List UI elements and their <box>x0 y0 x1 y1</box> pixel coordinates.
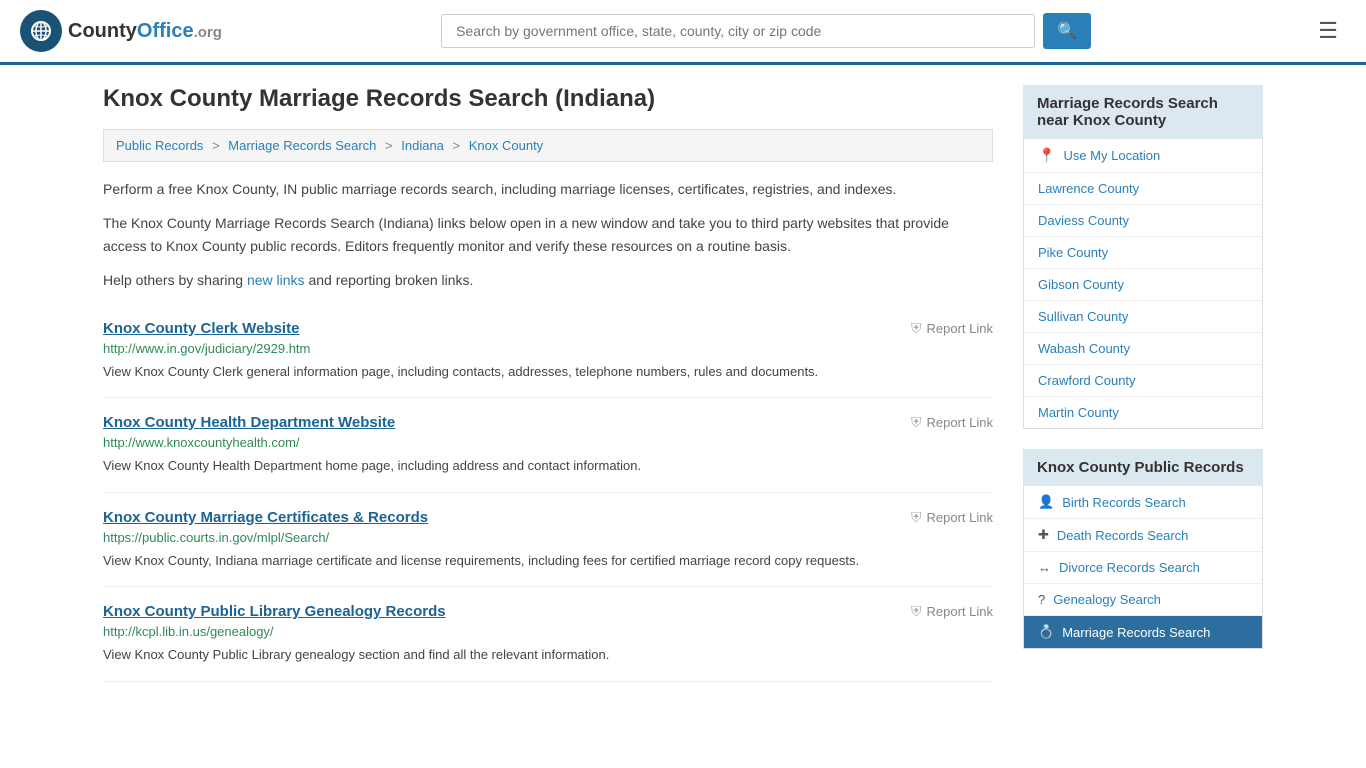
sidebar-item-genealogy[interactable]: ? Genealogy Search <box>1024 584 1262 616</box>
report-link-2[interactable]: ⛨ Report Link <box>911 509 993 526</box>
report-link-1[interactable]: ⛨ Report Link <box>911 414 993 431</box>
cross-icon: ✚ <box>1038 527 1049 543</box>
description-3-post: and reporting broken links. <box>305 272 474 288</box>
search-area: 🔍 <box>441 13 1091 49</box>
report-icon-3: ⛨ <box>911 603 922 620</box>
sidebar-use-location[interactable]: 📍 Use My Location <box>1024 139 1262 173</box>
search-input[interactable] <box>441 14 1035 48</box>
location-icon: 📍 <box>1038 147 1055 164</box>
report-icon-1: ⛨ <box>911 414 922 431</box>
breadcrumb-public-records[interactable]: Public Records <box>116 138 203 153</box>
sidebar-item-sullivan[interactable]: Sullivan County <box>1024 301 1262 333</box>
sidebar-nearby-header: Marriage Records Search near Knox County <box>1023 85 1263 139</box>
result-item-3: Knox County Public Library Genealogy Rec… <box>103 587 993 682</box>
sidebar-public-records-section: Knox County Public Records 👤 Birth Recor… <box>1023 449 1263 649</box>
result-item-0: Knox County Clerk Website ⛨ Report Link … <box>103 304 993 399</box>
result-url-1[interactable]: http://www.knoxcountyhealth.com/ <box>103 435 993 450</box>
result-url-3[interactable]: http://kcpl.lib.in.us/genealogy/ <box>103 624 993 639</box>
sidebar-item-gibson[interactable]: Gibson County <box>1024 269 1262 301</box>
result-title-1[interactable]: Knox County Health Department Website <box>103 414 395 431</box>
description-1: Perform a free Knox County, IN public ma… <box>103 178 993 200</box>
result-desc-0: View Knox County Clerk general informati… <box>103 362 993 382</box>
sidebar-nearby-section: Marriage Records Search near Knox County… <box>1023 85 1263 429</box>
search-button[interactable]: 🔍 <box>1043 13 1091 49</box>
breadcrumb: Public Records > Marriage Records Search… <box>103 129 993 162</box>
person-icon: 👤 <box>1038 494 1054 510</box>
report-link-0[interactable]: ⛨ Report Link <box>911 320 993 337</box>
use-location-link[interactable]: Use My Location <box>1063 148 1160 163</box>
content-area: Knox County Marriage Records Search (Ind… <box>103 85 993 682</box>
logo-icon <box>20 10 62 52</box>
sidebar-item-marriage[interactable]: 💍 Marriage Records Search <box>1024 616 1262 648</box>
sidebar-item-daviess[interactable]: Daviess County <box>1024 205 1262 237</box>
page-title: Knox County Marriage Records Search (Ind… <box>103 85 993 113</box>
breadcrumb-sep-3: > <box>453 138 461 153</box>
result-header-1: Knox County Health Department Website ⛨ … <box>103 414 993 431</box>
result-desc-2: View Knox County, Indiana marriage certi… <box>103 551 993 571</box>
rings-icon: 💍 <box>1038 624 1054 640</box>
main-container: Knox County Marriage Records Search (Ind… <box>83 65 1283 702</box>
result-header-2: Knox County Marriage Certificates & Reco… <box>103 509 993 526</box>
logo-text: CountyOffice.org <box>68 20 222 43</box>
breadcrumb-knox-county[interactable]: Knox County <box>469 138 543 153</box>
result-title-2[interactable]: Knox County Marriage Certificates & Reco… <box>103 509 428 526</box>
report-link-3[interactable]: ⛨ Report Link <box>911 603 993 620</box>
sidebar-public-records-header: Knox County Public Records <box>1023 449 1263 486</box>
sidebar-item-divorce[interactable]: ↔ Divorce Records Search <box>1024 552 1262 584</box>
result-header-3: Knox County Public Library Genealogy Rec… <box>103 603 993 620</box>
result-item-1: Knox County Health Department Website ⛨ … <box>103 398 993 493</box>
results-list: Knox County Clerk Website ⛨ Report Link … <box>103 304 993 682</box>
sidebar-item-lawrence[interactable]: Lawrence County <box>1024 173 1262 205</box>
new-links-link[interactable]: new links <box>247 272 305 288</box>
question-icon: ? <box>1038 592 1045 607</box>
sidebar-item-death[interactable]: ✚ Death Records Search <box>1024 519 1262 552</box>
menu-button[interactable]: ☰ <box>1310 14 1346 48</box>
arrows-icon: ↔ <box>1038 560 1051 575</box>
sidebar-item-birth[interactable]: 👤 Birth Records Search <box>1024 486 1262 519</box>
breadcrumb-sep-1: > <box>212 138 220 153</box>
result-title-3[interactable]: Knox County Public Library Genealogy Rec… <box>103 603 446 620</box>
sidebar-public-records-list: 👤 Birth Records Search ✚ Death Records S… <box>1023 486 1263 649</box>
report-icon-2: ⛨ <box>911 509 922 526</box>
sidebar-item-crawford[interactable]: Crawford County <box>1024 365 1262 397</box>
breadcrumb-marriage-records[interactable]: Marriage Records Search <box>228 138 376 153</box>
site-header: CountyOffice.org 🔍 ☰ <box>0 0 1366 65</box>
breadcrumb-indiana[interactable]: Indiana <box>401 138 444 153</box>
result-url-2[interactable]: https://public.courts.in.gov/mlpl/Search… <box>103 530 993 545</box>
report-icon-0: ⛨ <box>911 320 922 337</box>
sidebar-item-wabash[interactable]: Wabash County <box>1024 333 1262 365</box>
result-title-0[interactable]: Knox County Clerk Website <box>103 320 299 337</box>
description-3-pre: Help others by sharing <box>103 272 247 288</box>
sidebar-nearby-list: 📍 Use My Location Lawrence County Davies… <box>1023 139 1263 429</box>
breadcrumb-sep-2: > <box>385 138 393 153</box>
sidebar-item-martin[interactable]: Martin County <box>1024 397 1262 428</box>
logo-area: CountyOffice.org <box>20 10 222 52</box>
result-header-0: Knox County Clerk Website ⛨ Report Link <box>103 320 993 337</box>
sidebar-item-pike[interactable]: Pike County <box>1024 237 1262 269</box>
result-desc-1: View Knox County Health Department home … <box>103 456 993 476</box>
result-desc-3: View Knox County Public Library genealog… <box>103 645 993 665</box>
description-3: Help others by sharing new links and rep… <box>103 269 993 291</box>
description-2: The Knox County Marriage Records Search … <box>103 212 993 257</box>
result-item-2: Knox County Marriage Certificates & Reco… <box>103 493 993 588</box>
sidebar: Marriage Records Search near Knox County… <box>1023 85 1263 682</box>
result-url-0[interactable]: http://www.in.gov/judiciary/2929.htm <box>103 341 993 356</box>
